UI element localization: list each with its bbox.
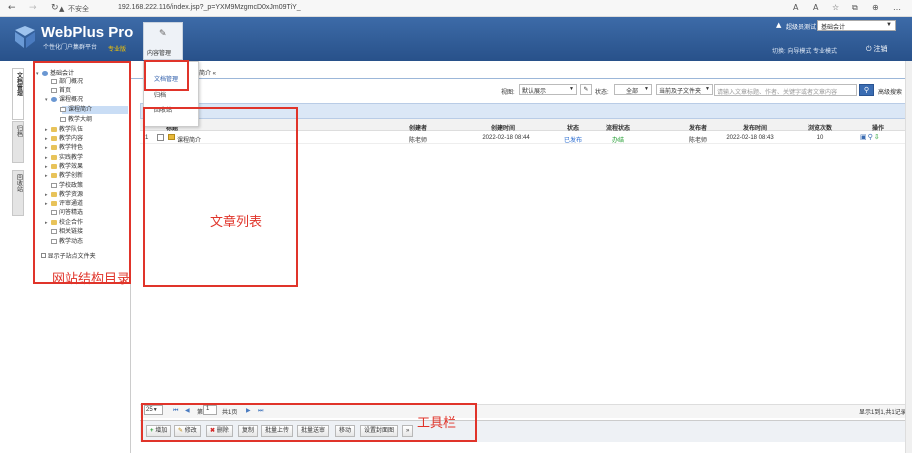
tree-annotation-box (33, 61, 131, 284)
pencil-icon: ✎ (583, 86, 589, 93)
status-select[interactable]: 全部 ▼ (614, 84, 652, 95)
collections-icon[interactable]: ⧉ (852, 3, 858, 13)
tab-recycle-bin[interactable]: 回收站 (12, 170, 24, 216)
url-warning: 不安全 (68, 6, 89, 13)
search-icon: ⚲ (863, 86, 870, 94)
chevron-down-icon: ▼ (886, 22, 892, 28)
tree-annotation-note: 网站结构目录 (52, 272, 131, 287)
logo-subtitle: 个性化门户集群平台 (43, 45, 98, 51)
zoom-icon[interactable]: A (813, 3, 818, 13)
download-icon[interactable]: ⇩ (874, 133, 880, 141)
logout-button[interactable]: ⏻ 注销 (866, 44, 888, 54)
row-flow-status: 办结 (611, 138, 624, 144)
vertical-scrollbar[interactable] (905, 61, 912, 453)
edit-view-button[interactable]: ✎ (580, 84, 592, 95)
search-input[interactable]: 请输入文章标题、作者、关键字或者文章内容 (714, 84, 857, 96)
advanced-search-link[interactable]: 高级搜索 (878, 87, 902, 96)
tab-archive[interactable]: 归档 (12, 121, 24, 163)
more-icon[interactable]: … (893, 3, 901, 13)
logout-label: 注销 (873, 46, 888, 53)
search-button[interactable]: ⚲ (859, 84, 874, 96)
warning-icon: ▲ (59, 5, 65, 13)
row-status: 已发布 (563, 138, 582, 144)
list-annotation-box (143, 107, 298, 287)
logo-title: WebPlus Pro (41, 24, 134, 41)
forward-icon[interactable]: → (29, 3, 37, 13)
row-created-time: 2022-02-18 08:44 (482, 135, 530, 141)
address-bar[interactable]: 192.168.222.116/index.jsp?_p=YXM9MzgmcD0… (118, 4, 301, 11)
tab-course-intro[interactable]: 简介 « (199, 68, 216, 77)
chevron-down-icon: ▼ (644, 86, 649, 92)
power-icon: ⏻ (866, 45, 872, 53)
tab-recycle-bin-label: 回收站 (15, 174, 22, 192)
menu-annotation-box (144, 60, 189, 91)
refresh-icon[interactable]: ↻ (51, 3, 59, 13)
site-select[interactable]: 基础会计 ▼ (817, 20, 896, 31)
mode-links[interactable]: 切换: 向导模式 专业模式 (772, 46, 837, 55)
list-annotation-note: 文章列表 (210, 215, 263, 230)
scope-select[interactable]: 当前及子文件夹 ▼ (656, 84, 713, 95)
chevron-down-icon: ▼ (569, 86, 574, 92)
browser-bar: ← → ↻ ▲ 不安全 192.168.222.116/index.jsp?_p… (0, 0, 912, 17)
row-actions: ▣⚲⇩ (860, 133, 880, 141)
preview-icon[interactable]: ▣ (860, 133, 867, 141)
view-select[interactable]: 默认展示 ▼ (519, 84, 577, 95)
tab-document-management[interactable]: 文档管理 (12, 68, 24, 120)
search-icon[interactable]: ⚲ (868, 133, 873, 141)
scope-select-value: 当前及子文件夹 (659, 89, 702, 95)
toolbar-annotation-note: 工具栏 (417, 416, 457, 431)
favorite-icon[interactable]: ☆ (832, 3, 839, 13)
site-select-value: 基础会计 (821, 25, 846, 31)
user-label: 超级员测试 (786, 25, 817, 31)
tab-archive-label: 归档 (15, 125, 22, 137)
logo-icon (15, 26, 35, 48)
chevron-down-icon: ▼ (705, 86, 710, 92)
back-icon[interactable]: ← (8, 3, 16, 13)
read-aloud-icon[interactable]: A (793, 3, 798, 13)
status-select-value: 全部 (626, 89, 639, 95)
row-creator: 陈老师 (408, 138, 427, 144)
edition-badge: 专业版 (108, 47, 127, 53)
user-icon: ▲ (776, 21, 782, 29)
pencil-icon: ✎ (159, 29, 167, 39)
extensions-icon[interactable]: ⊕ (872, 3, 879, 13)
view-label: 视图: (501, 90, 515, 96)
pager-summary: 显示1到1,共1记录 (859, 410, 907, 416)
row-views: 10 (816, 135, 824, 141)
content-management-label: 内容管理 (147, 51, 172, 57)
row-published-time: 2022-02-18 08:43 (726, 135, 774, 141)
content-management-button[interactable]: ✎ 内容管理 (143, 22, 183, 60)
status-label: 状态: (595, 90, 609, 96)
menu-item-archive[interactable]: 归档 (154, 90, 166, 99)
row-publisher: 陈老师 (688, 138, 707, 144)
tab-document-management-label: 文档管理 (15, 72, 22, 96)
tab-strip (131, 64, 912, 79)
view-select-value: 默认展示 (522, 89, 547, 95)
